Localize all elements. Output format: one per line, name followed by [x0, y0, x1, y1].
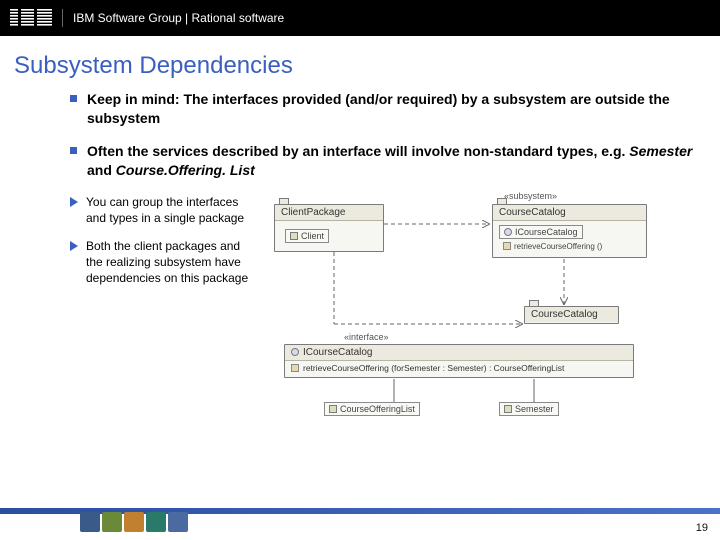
footer-icons [80, 512, 188, 532]
bullet-2-mid: and [87, 162, 116, 178]
operation-signature: retrieveCourseOffering (forSemester : Se… [303, 363, 564, 373]
uml-diagram: ClientPackage Client «subsystem» CourseC… [264, 194, 700, 424]
columns: You can group the interfaces and types i… [70, 194, 700, 424]
bullet-2-pre: Often the services described by an inter… [87, 143, 629, 159]
class-icon [329, 405, 337, 413]
sub-bullet-1: You can group the interfaces and types i… [70, 194, 250, 226]
footer-icon [102, 512, 122, 532]
bullet-1-text: Keep in mind: The interfaces provided (a… [87, 90, 700, 128]
triangle-bullet-icon [70, 197, 78, 207]
footer: 19 [0, 506, 720, 540]
course-catalog-mid: CourseCatalog [524, 306, 619, 324]
method-row: retrieveCourseOffering () [499, 241, 606, 252]
client-package-box: ClientPackage Client [274, 204, 384, 252]
header-divider [62, 9, 63, 27]
course-catalog-subsystem: CourseCatalog ICourseCatalog retrieveCou… [492, 204, 647, 258]
bullet-2-italic2: Course.Offering. List [116, 162, 255, 178]
client-package-label: ClientPackage [281, 207, 345, 218]
footer-icon [146, 512, 166, 532]
interface-icon [291, 348, 299, 356]
page-title: Subsystem Dependencies [0, 36, 720, 90]
interface-stereotype: «interface» [344, 332, 389, 342]
icourse-catalog-label: ICourseCatalog [515, 227, 578, 237]
semester-class: Semester [499, 402, 559, 416]
operation-icon [291, 364, 299, 372]
footer-icon [168, 512, 188, 532]
icourse-catalog-title: ICourseCatalog [303, 347, 372, 358]
bullet-2: Often the services described by an inter… [70, 142, 700, 180]
page-number: 19 [696, 522, 708, 534]
subsystem-stereotype: «subsystem» [504, 191, 557, 201]
ibm-logo [10, 9, 52, 27]
bullet-2-italic1: Semester [629, 143, 692, 159]
operation-icon [503, 242, 511, 250]
class-icon [504, 405, 512, 413]
triangle-bullet-icon [70, 241, 78, 251]
square-bullet-icon [70, 147, 77, 154]
left-column: You can group the interfaces and types i… [70, 194, 250, 424]
course-catalog-mid-label: CourseCatalog [531, 309, 598, 320]
header-breadcrumb: IBM Software Group | Rational software [73, 11, 284, 25]
icourse-catalog-ref: ICourseCatalog [499, 225, 583, 239]
content-area: Keep in mind: The interfaces provided (a… [0, 90, 720, 424]
icourse-catalog-interface: ICourseCatalog retrieveCourseOffering (f… [284, 344, 634, 378]
bullet-1-pre: Keep in mind: The interfaces provided (a… [87, 91, 595, 107]
sub-bullet-1-text: You can group the interfaces and types i… [86, 194, 250, 226]
interface-icon [504, 228, 512, 236]
client-label: Client [301, 231, 324, 241]
bullet-2-text: Often the services described by an inter… [87, 142, 700, 180]
sub-bullet-2-text: Both the client packages and the realizi… [86, 238, 250, 287]
course-catalog-pkg-label: CourseCatalog [499, 207, 566, 218]
course-offering-list-class: CourseOfferingList [324, 402, 420, 416]
footer-icon [80, 512, 100, 532]
course-offering-list-label: CourseOfferingList [340, 404, 415, 414]
client-class: Client [285, 229, 329, 243]
sub-bullet-2: Both the client packages and the realizi… [70, 238, 250, 287]
square-bullet-icon [70, 95, 77, 102]
semester-label: Semester [515, 404, 554, 414]
bullet-1-bold: outside [595, 91, 645, 107]
bullet-1: Keep in mind: The interfaces provided (a… [70, 90, 700, 128]
method-sig-label: retrieveCourseOffering () [514, 242, 602, 251]
class-icon [290, 232, 298, 240]
footer-icon [124, 512, 144, 532]
header-bar: IBM Software Group | Rational software [0, 0, 720, 36]
